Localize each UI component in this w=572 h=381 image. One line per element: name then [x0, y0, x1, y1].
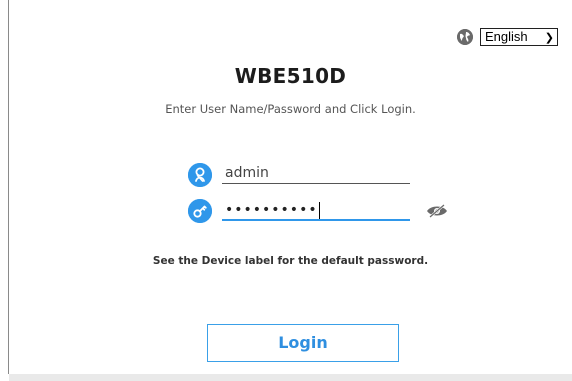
- page-subtitle: Enter User Name/Password and Click Login…: [165, 102, 416, 116]
- bottom-edge: [9, 374, 572, 381]
- chevron-down-icon: ❯: [544, 32, 554, 44]
- key-icon: [188, 199, 212, 223]
- password-field[interactable]: ••••••••••: [222, 199, 410, 221]
- text-caret: [318, 201, 320, 219]
- password-masked-value: ••••••••••: [225, 202, 318, 218]
- user-icon: [188, 163, 212, 187]
- password-hint: See the Device label for the default pas…: [152, 255, 429, 267]
- eye-slash-icon[interactable]: [426, 203, 448, 218]
- globe-icon: [457, 29, 473, 45]
- login-panel: [8, 0, 572, 374]
- login-button[interactable]: Login: [207, 324, 399, 362]
- language-select[interactable]: English ❯: [480, 28, 558, 46]
- page-title: WBE510D: [234, 64, 347, 88]
- language-selected-label: English: [485, 29, 528, 44]
- username-field[interactable]: admin: [222, 162, 410, 184]
